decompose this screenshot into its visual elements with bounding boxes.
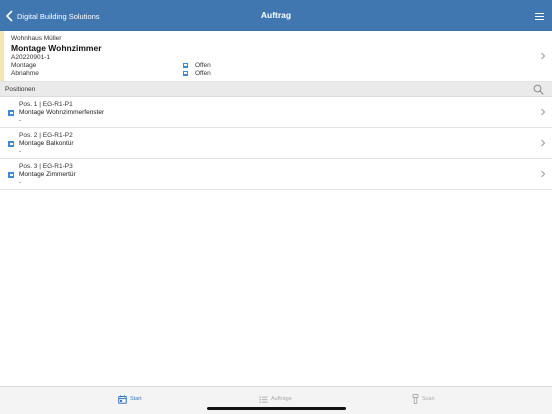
search-icon[interactable] [533,84,544,95]
positions-section-header: Positionen [0,82,552,97]
back-button-label: Digital Building Solutions [17,11,100,21]
position-name: Montage Zimmertür [19,171,76,178]
status-row-abnahme: Abnahme Offen [11,70,241,79]
chevron-left-icon [6,10,13,22]
status-checkbox-icon [8,141,14,147]
order-title: Montage Wohnzimmer [11,43,102,53]
position-code: Pos. 1 | EG-R1-P1 [19,101,73,108]
tab-label: Start [130,396,142,402]
status-checkbox-icon [8,172,14,178]
tab-scan[interactable]: Scan [412,393,435,405]
chevron-right-icon [541,52,546,60]
list-item[interactable]: Pos. 2 | EG-R1-P2 Montage Balkontür - [0,128,552,159]
order-accent-bar [0,31,4,81]
position-code: Pos. 3 | EG-R1-P3 [19,163,73,170]
navigation-bar: Digital Building Solutions Auftrag [0,0,552,31]
position-name: Montage Balkontür [19,140,74,147]
position-code: Pos. 2 | EG-R1-P2 [19,132,73,139]
order-number: A20220901-1 [11,54,51,61]
tab-label: Scan [422,396,435,402]
status-label: Montage [11,62,37,69]
status-checkbox-icon [8,110,14,116]
status-value: Offen [195,70,211,77]
tab-start[interactable]: Start [118,393,142,405]
position-extra: - [19,117,22,124]
tab-auftraege[interactable]: Aufträge [259,393,292,405]
scanner-icon [412,394,419,404]
status-value: Offen [195,62,211,69]
chevron-right-icon [541,108,546,116]
position-name: Montage Wohnzimmerfenster [19,109,105,116]
chevron-right-icon [541,139,546,147]
list-icon [259,396,268,403]
back-button[interactable]: Digital Building Solutions [5,9,100,23]
section-title: Positionen [5,86,36,93]
order-card[interactable]: Wohnhaus Müller Montage Wohnzimmer A2022… [0,31,552,82]
status-checkbox-icon [183,62,188,68]
list-item[interactable]: Pos. 3 | EG-R1-P3 Montage Zimmertür - [0,159,552,190]
chevron-right-icon [541,170,546,178]
home-indicator[interactable] [207,407,346,410]
order-subtitle: Wohnhaus Müller [11,35,62,42]
calendar-icon [118,394,127,404]
status-label: Abnahme [11,70,39,77]
list-item[interactable]: Pos. 1 | EG-R1-P1 Montage Wohnzimmerfens… [0,97,552,128]
status-checkbox-icon [183,70,188,76]
tab-label: Aufträge [271,396,292,402]
hamburger-menu-icon[interactable] [535,13,544,21]
position-extra: - [19,179,22,186]
position-extra: - [19,148,22,155]
